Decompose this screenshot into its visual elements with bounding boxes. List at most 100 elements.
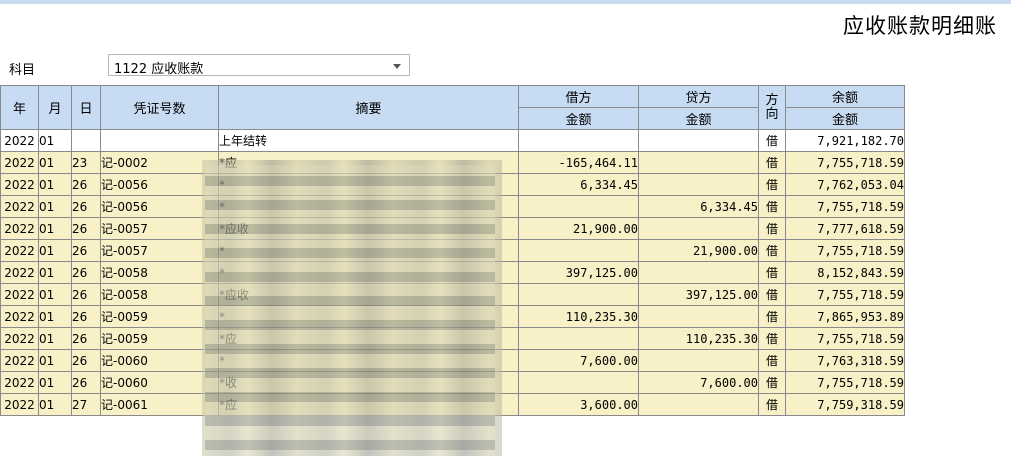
header-year[interactable]: 年 — [0, 85, 39, 130]
table-row[interactable]: 2022 01 26 记-0059 *应 110,235.30 借 7,755,718.59 — [0, 327, 905, 350]
cell-summary[interactable]: * — [218, 349, 519, 372]
cell-direction[interactable]: 借 — [758, 195, 786, 218]
cell-month[interactable]: 01 — [38, 195, 72, 218]
cell-day[interactable]: 26 — [71, 371, 101, 394]
header-credit[interactable]: 贷方 — [638, 85, 759, 108]
cell-year[interactable]: 2022 — [0, 371, 39, 394]
cell-credit[interactable] — [638, 151, 759, 174]
cell-credit[interactable] — [638, 217, 759, 240]
cell-month[interactable]: 01 — [38, 393, 72, 416]
cell-debit[interactable]: 6,334.45 — [518, 173, 639, 196]
cell-debit[interactable] — [518, 239, 639, 262]
cell-debit[interactable] — [518, 327, 639, 350]
cell-direction[interactable]: 借 — [758, 349, 786, 372]
cell-direction[interactable]: 借 — [758, 371, 786, 394]
cell-credit[interactable] — [638, 305, 759, 328]
cell-month[interactable]: 01 — [38, 327, 72, 350]
cell-month[interactable]: 01 — [38, 217, 72, 240]
cell-voucher[interactable]: 记-0060 — [100, 371, 219, 394]
table-row[interactable]: 2022 01 23 记-0002 *应 -165,464.11 借 7,755,718.59 — [0, 151, 905, 174]
cell-credit[interactable] — [638, 349, 759, 372]
cell-balance[interactable]: 7,759,318.59 — [785, 393, 905, 416]
cell-balance[interactable]: 7,921,182.70 — [785, 129, 905, 152]
subject-select[interactable]: 1122 应收账款 — [108, 54, 410, 77]
cell-debit[interactable] — [518, 371, 639, 394]
cell-day[interactable]: 26 — [71, 173, 101, 196]
table-row[interactable]: 2022 01 26 记-0057 *应收 21,900.00 借 7,777,618.59 — [0, 217, 905, 240]
cell-day[interactable]: 23 — [71, 151, 101, 174]
cell-year[interactable]: 2022 — [0, 349, 39, 372]
cell-year[interactable]: 2022 — [0, 173, 39, 196]
cell-month[interactable]: 01 — [38, 283, 72, 306]
cell-month[interactable]: 01 — [38, 371, 72, 394]
cell-voucher[interactable]: 记-0058 — [100, 261, 219, 284]
cell-month[interactable]: 01 — [38, 349, 72, 372]
cell-balance[interactable]: 7,755,718.59 — [785, 239, 905, 262]
cell-debit[interactable]: 7,600.00 — [518, 349, 639, 372]
cell-day[interactable]: 26 — [71, 195, 101, 218]
ledger-grid[interactable]: 年 月 日 凭证号数 摘要 借方 贷方 方向 余额 金额 金额 金额 2022 0… — [0, 85, 906, 416]
cell-summary[interactable]: * — [218, 239, 519, 262]
cell-day[interactable]: 26 — [71, 305, 101, 328]
cell-summary[interactable]: *应收 — [218, 283, 519, 306]
cell-direction[interactable]: 借 — [758, 305, 786, 328]
table-row[interactable]: 2022 01 26 记-0059 * 110,235.30 借 7,865,953.89 — [0, 305, 905, 328]
cell-summary[interactable]: 上年结转 — [218, 129, 519, 152]
cell-year[interactable]: 2022 — [0, 261, 39, 284]
cell-direction[interactable]: 借 — [758, 239, 786, 262]
header-day[interactable]: 日 — [71, 85, 101, 130]
cell-year[interactable]: 2022 — [0, 283, 39, 306]
cell-day[interactable]: 26 — [71, 349, 101, 372]
cell-balance[interactable]: 7,755,718.59 — [785, 151, 905, 174]
cell-credit[interactable]: 6,334.45 — [638, 195, 759, 218]
cell-balance[interactable]: 7,755,718.59 — [785, 195, 905, 218]
cell-debit[interactable]: 21,900.00 — [518, 217, 639, 240]
chevron-down-icon[interactable] — [393, 64, 401, 69]
cell-summary[interactable]: *应 — [218, 151, 519, 174]
header-month[interactable]: 月 — [38, 85, 72, 130]
cell-direction[interactable]: 借 — [758, 173, 786, 196]
table-row[interactable]: 2022 01 26 记-0060 *收 7,600.00 借 7,755,718.59 — [0, 371, 905, 394]
cell-direction[interactable]: 借 — [758, 261, 786, 284]
cell-day[interactable] — [71, 129, 101, 152]
cell-direction[interactable]: 借 — [758, 217, 786, 240]
cell-credit[interactable] — [638, 129, 759, 152]
cell-month[interactable]: 01 — [38, 151, 72, 174]
cell-year[interactable]: 2022 — [0, 151, 39, 174]
cell-summary[interactable]: * — [218, 173, 519, 196]
cell-direction[interactable]: 借 — [758, 151, 786, 174]
header-voucher[interactable]: 凭证号数 — [100, 85, 219, 130]
cell-debit[interactable] — [518, 283, 639, 306]
cell-day[interactable]: 26 — [71, 239, 101, 262]
cell-voucher[interactable]: 记-0058 — [100, 283, 219, 306]
cell-month[interactable]: 01 — [38, 129, 72, 152]
header-credit-amount[interactable]: 金额 — [638, 107, 759, 130]
cell-balance[interactable]: 7,755,718.59 — [785, 371, 905, 394]
cell-balance[interactable]: 7,762,053.04 — [785, 173, 905, 196]
header-debit[interactable]: 借方 — [518, 85, 639, 108]
cell-voucher[interactable]: 记-0002 — [100, 151, 219, 174]
cell-direction[interactable]: 借 — [758, 129, 786, 152]
cell-credit[interactable]: 21,900.00 — [638, 239, 759, 262]
table-row[interactable]: 2022 01 26 记-0057 * 21,900.00 借 7,755,718.59 — [0, 239, 905, 262]
cell-summary[interactable]: * — [218, 195, 519, 218]
cell-credit[interactable]: 110,235.30 — [638, 327, 759, 350]
cell-balance[interactable]: 7,865,953.89 — [785, 305, 905, 328]
header-direction[interactable]: 方向 — [758, 85, 786, 130]
cell-balance[interactable]: 7,763,318.59 — [785, 349, 905, 372]
cell-year[interactable]: 2022 — [0, 217, 39, 240]
cell-voucher[interactable]: 记-0056 — [100, 195, 219, 218]
cell-day[interactable]: 26 — [71, 283, 101, 306]
cell-voucher[interactable]: 记-0056 — [100, 173, 219, 196]
cell-voucher[interactable]: 记-0059 — [100, 305, 219, 328]
cell-summary[interactable]: *应 — [218, 393, 519, 416]
table-row[interactable]: 2022 01 26 记-0056 * 6,334.45 借 7,762,053.04 — [0, 173, 905, 196]
cell-debit[interactable]: -165,464.11 — [518, 151, 639, 174]
cell-voucher[interactable]: 记-0059 — [100, 327, 219, 350]
cell-month[interactable]: 01 — [38, 261, 72, 284]
cell-summary[interactable]: *应收 — [218, 217, 519, 240]
header-summary[interactable]: 摘要 — [218, 85, 519, 130]
cell-voucher[interactable]: 记-0057 — [100, 217, 219, 240]
cell-credit[interactable] — [638, 261, 759, 284]
cell-credit[interactable]: 7,600.00 — [638, 371, 759, 394]
